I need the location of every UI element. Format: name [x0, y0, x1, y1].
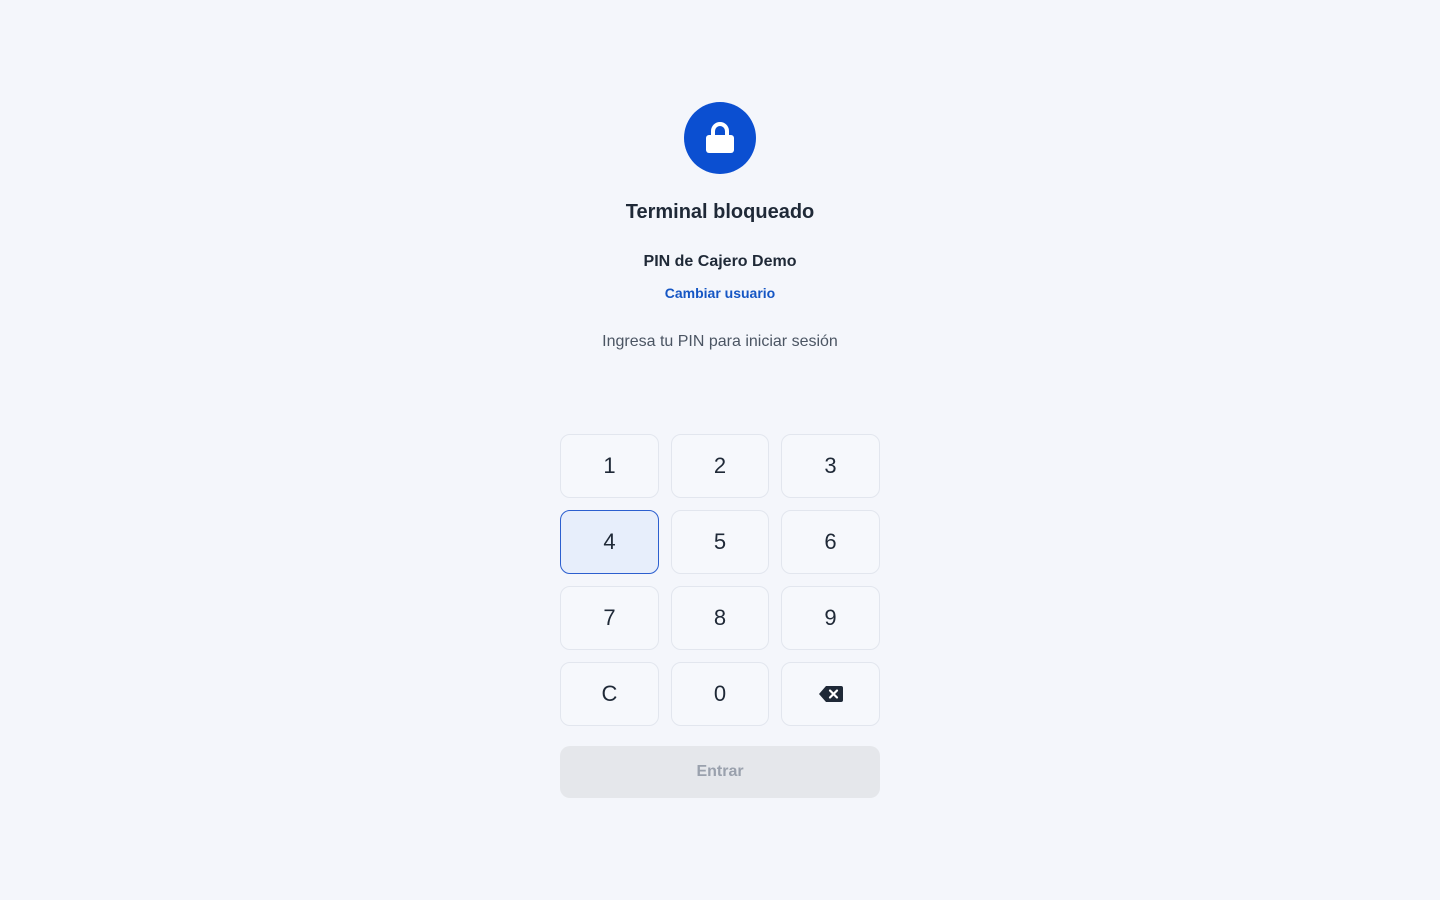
key-9[interactable]: 9	[781, 586, 880, 650]
backspace-icon	[818, 686, 843, 702]
clear-key[interactable]: C	[560, 662, 659, 726]
key-2[interactable]: 2	[671, 434, 769, 498]
key-8[interactable]: 8	[671, 586, 769, 650]
key-5[interactable]: 5	[671, 510, 769, 574]
switch-user-link[interactable]: Cambiar usuario	[620, 283, 820, 303]
key-0[interactable]: 0	[671, 662, 769, 726]
pin-instruction: Ingresa tu PIN para iniciar sesión	[602, 333, 838, 350]
enter-button[interactable]: Entrar	[560, 746, 880, 798]
key-6[interactable]: 6	[781, 510, 880, 574]
backspace-key[interactable]	[781, 662, 880, 726]
current-user-name: PIN de Cajero Demo	[643, 253, 797, 270]
key-4[interactable]: 4	[560, 510, 659, 574]
lock-screen: Terminal bloqueado PIN de Cajero Demo Ca…	[0, 0, 1440, 900]
key-1[interactable]: 1	[560, 434, 659, 498]
key-7[interactable]: 7	[560, 586, 659, 650]
page-title: Terminal bloqueado	[625, 201, 815, 223]
lock-badge	[684, 102, 756, 174]
lock-icon	[706, 122, 734, 153]
key-3[interactable]: 3	[781, 434, 880, 498]
pin-keypad: 1 2 3 4 5 6 7 8 9 C 0	[560, 434, 880, 726]
